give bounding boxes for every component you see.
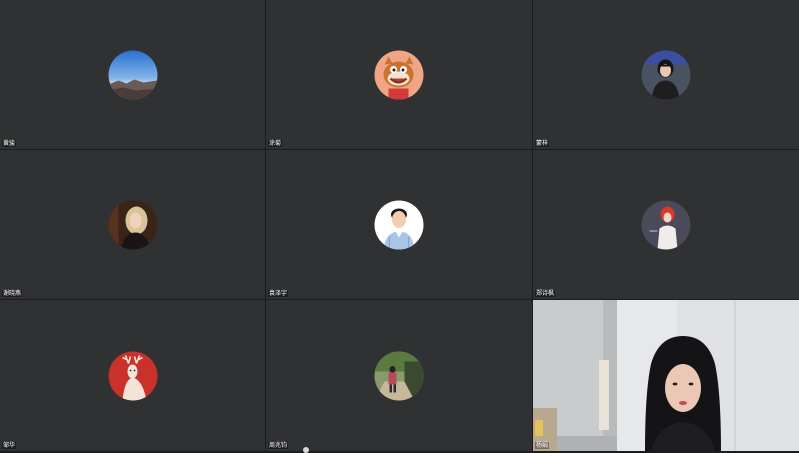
participant-tile[interactable]: 涂菊 — [266, 0, 532, 149]
street-photo-avatar — [374, 351, 424, 400]
participant-tile[interactable]: 黄骏 — [0, 0, 265, 149]
participant-name: 邹华 — [2, 442, 17, 449]
participant-tile[interactable]: 袁泽宇 — [266, 150, 532, 299]
participant-name: 杨娟 — [535, 442, 550, 449]
girl-portrait-avatar — [641, 50, 691, 99]
participant-tile[interactable]: 邹华 — [0, 300, 265, 451]
participant-name: 郑诗枫 — [535, 290, 556, 297]
cartoon-cat-avatar — [374, 50, 424, 99]
participant-tile[interactable]: 谢晓燕 — [0, 150, 265, 299]
video-gallery-grid: 黄骏 涂菊 蒙梓 谢晓燕 袁泽宇 郑诗枫 邹华 周兆钧 杨娟 — [0, 0, 799, 451]
participant-name: 蒙梓 — [535, 140, 550, 147]
man-shirt-avatar — [374, 200, 424, 249]
participant-tile-active-speaker[interactable]: 杨娟 — [533, 300, 799, 451]
deer-avatar — [108, 351, 157, 400]
participant-name: 袁泽宇 — [268, 290, 289, 297]
participant-tile[interactable]: 蒙梓 — [533, 0, 799, 149]
participant-name: 黄骏 — [2, 140, 17, 147]
participant-name: 周兆钧 — [268, 442, 289, 449]
mountain-sky-avatar — [108, 50, 157, 99]
red-hair-girl-avatar — [641, 200, 691, 249]
participant-tile[interactable]: 郑诗枫 — [533, 150, 799, 299]
participant-name: 谢晓燕 — [2, 290, 23, 297]
live-video-feed — [533, 300, 799, 451]
participant-tile[interactable]: 周兆钧 — [266, 300, 532, 451]
page-indicator-dot[interactable] — [303, 447, 309, 453]
blonde-woman-avatar — [108, 200, 157, 249]
participant-name: 涂菊 — [268, 140, 283, 147]
